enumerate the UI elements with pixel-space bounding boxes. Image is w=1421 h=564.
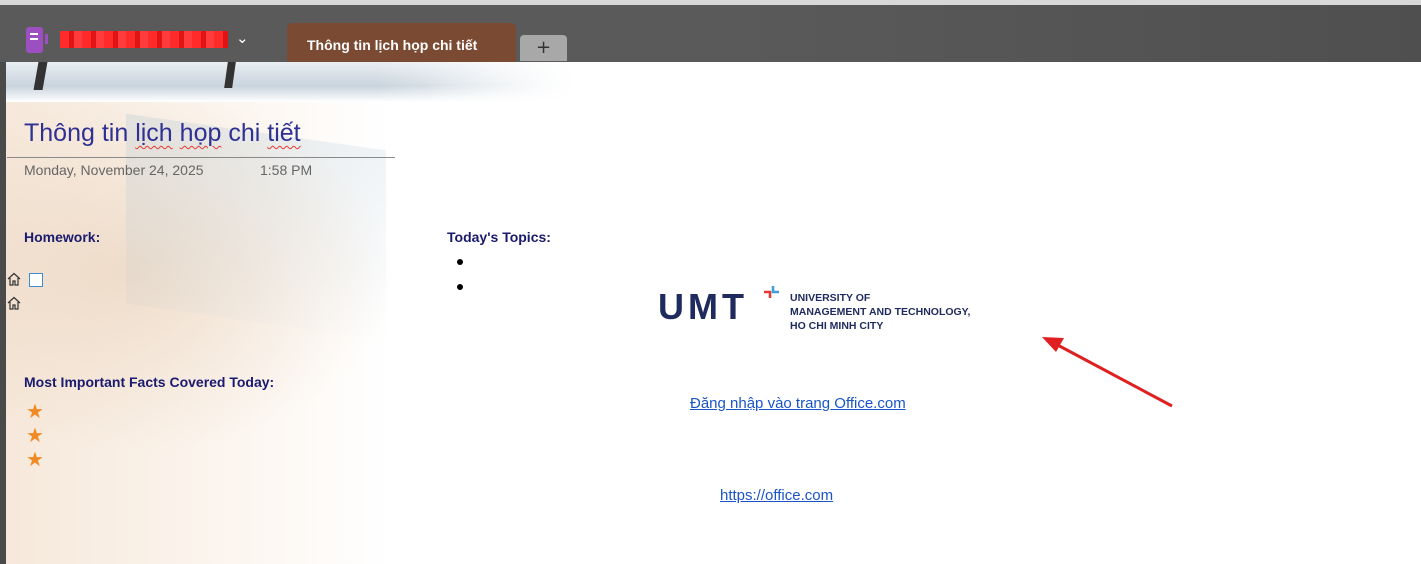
topic-bullet — [457, 259, 463, 265]
topics-heading[interactable]: Today's Topics: — [447, 229, 551, 245]
notebook-name-redacted[interactable] — [60, 31, 228, 48]
page-title[interactable]: Thông tin lịch họp chi tiết — [24, 119, 301, 148]
section-tab-bar: ⌄ Thông tin lịch họp chi tiết + — [0, 5, 1421, 67]
title-divider — [7, 157, 395, 158]
add-section-button[interactable]: + — [520, 35, 567, 61]
topic-bullet — [457, 284, 463, 290]
home-icon — [7, 296, 21, 310]
page-date: Monday, November 24, 2025 — [24, 162, 204, 178]
todo-checkbox[interactable] — [29, 273, 43, 287]
star-icon: ★ — [26, 399, 44, 423]
home-icon — [7, 272, 21, 286]
star-icon: ★ — [26, 423, 44, 447]
tab-thong-tin-lich-hop[interactable]: Thông tin lịch họp chi tiết — [287, 23, 516, 67]
office-url-link[interactable]: https://office.com — [720, 487, 833, 504]
facts-heading[interactable]: Most Important Facts Covered Today: — [24, 374, 274, 390]
chevron-down-icon[interactable]: ⌄ — [236, 29, 249, 47]
onenote-notebook-icon[interactable] — [26, 27, 48, 53]
umt-logo: UMT UNIVERSITY OF MANAGEMENT AND TECHNOL… — [658, 286, 971, 332]
office-signin-link[interactable]: Đăng nhập vào trang Office.com — [690, 395, 906, 412]
page-time: 1:58 PM — [260, 162, 313, 178]
red-arrow-annotation — [1042, 337, 1173, 408]
umt-cross-icon — [764, 286, 779, 298]
star-icon: ★ — [26, 447, 44, 471]
homework-heading[interactable]: Homework: — [24, 229, 100, 245]
